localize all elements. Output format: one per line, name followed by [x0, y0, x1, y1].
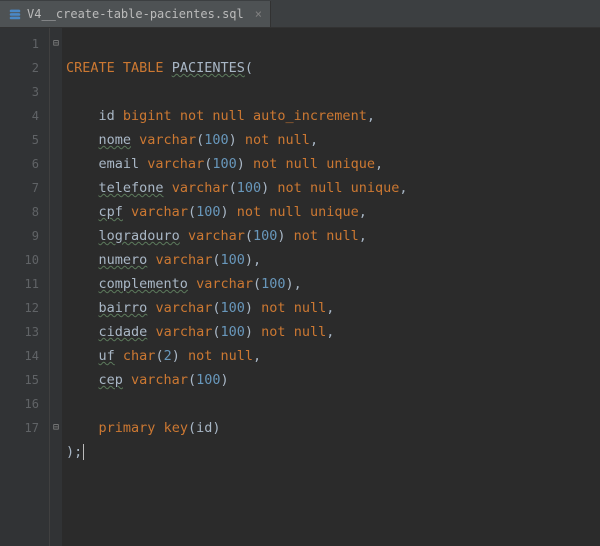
tab-bar: V4__create-table-pacientes.sql × [0, 0, 600, 28]
line-number: 8 [0, 200, 49, 224]
line-number: 7 [0, 176, 49, 200]
file-tab[interactable]: V4__create-table-pacientes.sql × [0, 1, 271, 27]
line-number: 13 [0, 320, 49, 344]
code-line: cep varchar(100) [66, 372, 229, 388]
code-line: primary key(id) [66, 420, 221, 436]
code-line: uf char(2) not null, [66, 348, 261, 364]
code-line: nome varchar(100) not null, [66, 132, 318, 148]
code-line: ); [66, 444, 84, 460]
fold-open-icon[interactable]: ⊟ [50, 32, 62, 56]
line-number: 6 [0, 152, 49, 176]
code-line: CREATE TABLE PACIENTES( [66, 60, 253, 76]
code-line: id bigint not null auto_increment, [66, 108, 375, 124]
code-line: email varchar(100) not null unique, [66, 156, 383, 172]
line-number: 15 [0, 368, 49, 392]
code-area[interactable]: CREATE TABLE PACIENTES( id bigint not nu… [62, 28, 600, 546]
close-icon[interactable]: × [255, 7, 262, 21]
sql-file-icon [8, 7, 22, 21]
editor[interactable]: 1 2 3 4 5 6 7 8 9 10 11 12 13 14 15 16 1… [0, 28, 600, 546]
line-number: 2 [0, 56, 49, 80]
line-number: 12 [0, 296, 49, 320]
line-number: 5 [0, 128, 49, 152]
code-line: bairro varchar(100) not null, [66, 300, 334, 316]
line-number: 16 [0, 392, 49, 416]
text-cursor [83, 444, 84, 460]
line-number: 1 [0, 32, 49, 56]
code-line: cidade varchar(100) not null, [66, 324, 334, 340]
line-number: 17 [0, 416, 49, 440]
code-line [66, 396, 74, 412]
line-number: 9 [0, 224, 49, 248]
line-number: 4 [0, 104, 49, 128]
line-number: 11 [0, 272, 49, 296]
line-number: 14 [0, 344, 49, 368]
fold-gutter: ⊟ ⊟ [50, 28, 62, 546]
tab-filename: V4__create-table-pacientes.sql [27, 7, 244, 21]
line-number-gutter: 1 2 3 4 5 6 7 8 9 10 11 12 13 14 15 16 1… [0, 28, 50, 546]
code-line: logradouro varchar(100) not null, [66, 228, 367, 244]
code-line: numero varchar(100), [66, 252, 261, 268]
line-number: 10 [0, 248, 49, 272]
code-line [66, 84, 74, 100]
code-line: telefone varchar(100) not null unique, [66, 180, 408, 196]
line-number: 3 [0, 80, 49, 104]
code-line: complemento varchar(100), [66, 276, 302, 292]
code-line: cpf varchar(100) not null unique, [66, 204, 367, 220]
fold-close-icon[interactable]: ⊟ [50, 416, 62, 440]
